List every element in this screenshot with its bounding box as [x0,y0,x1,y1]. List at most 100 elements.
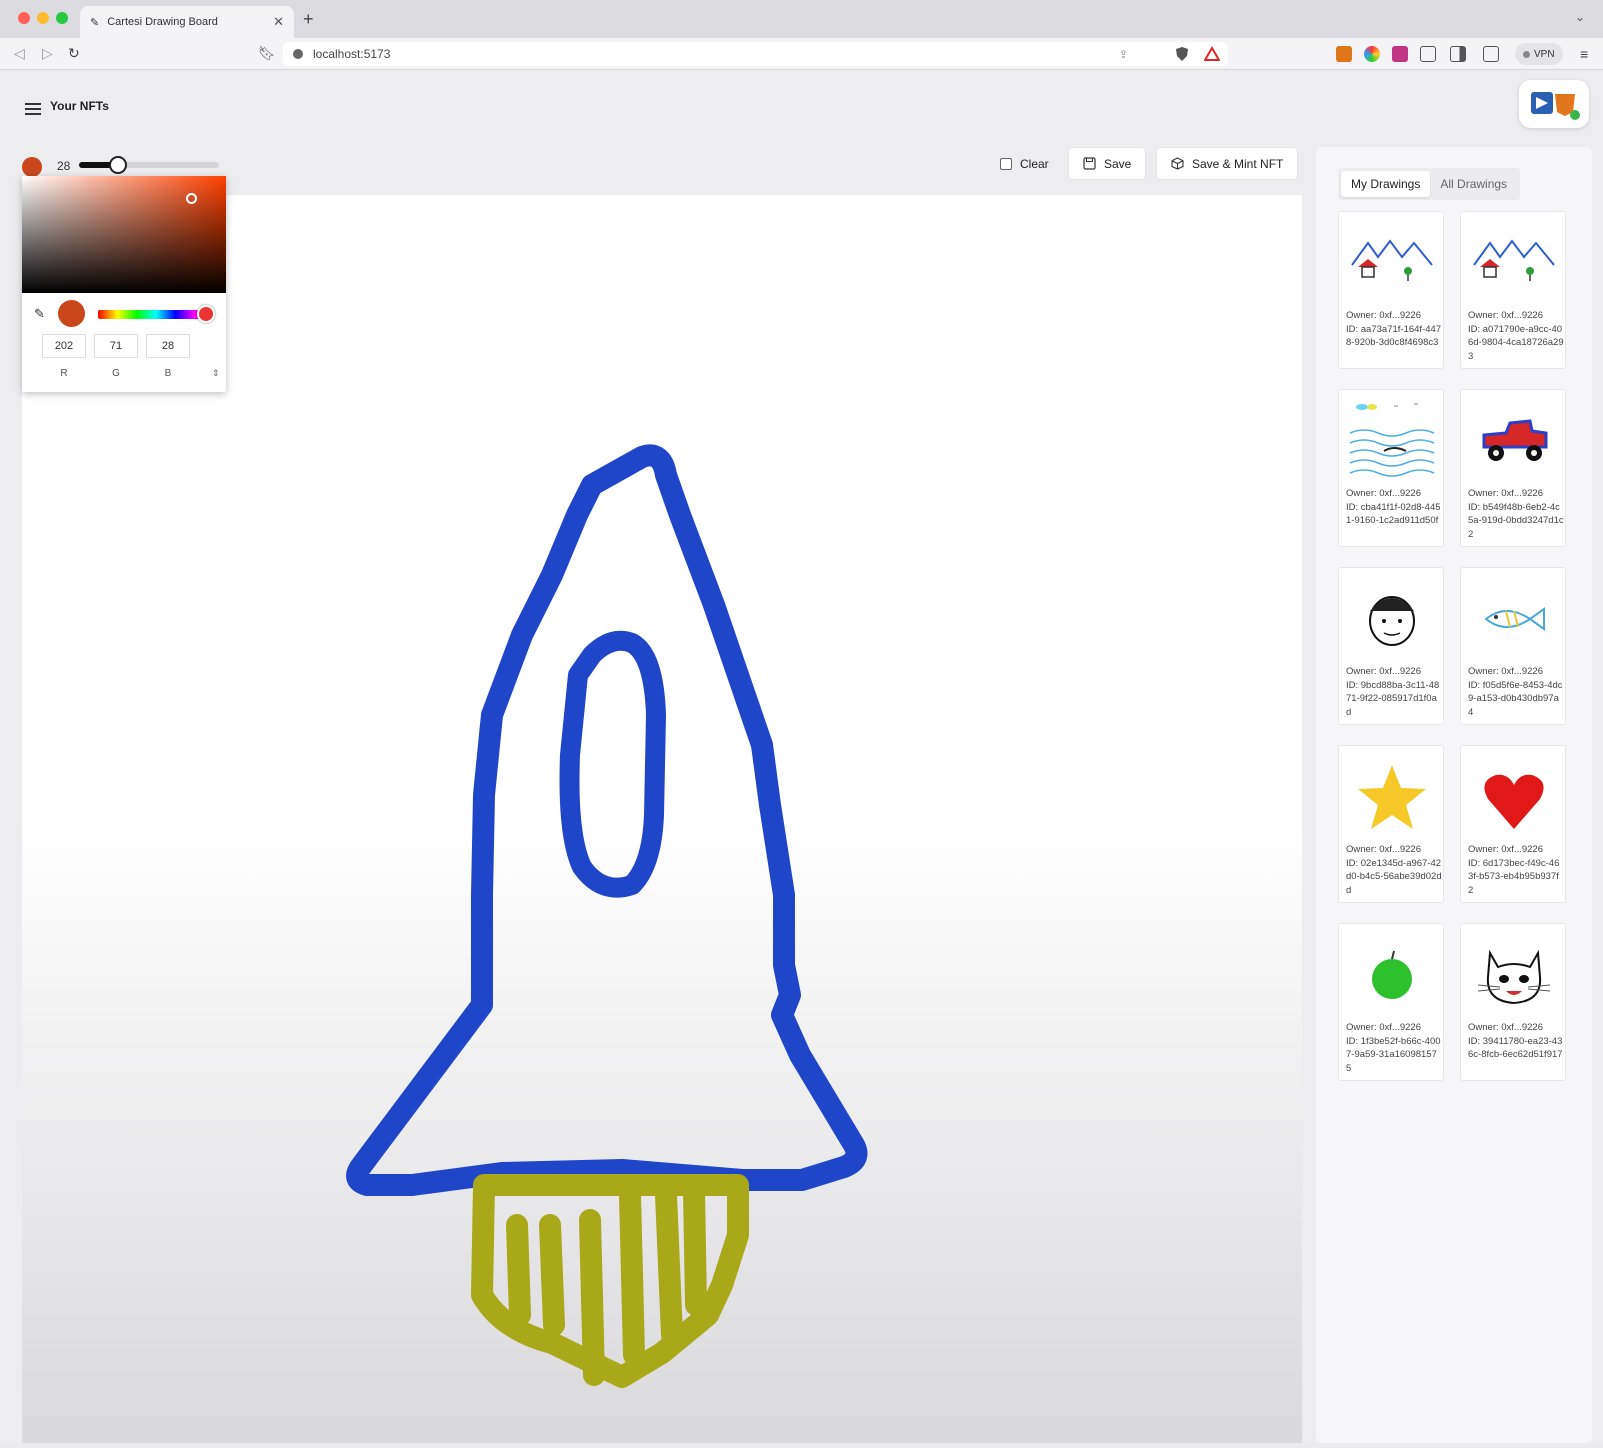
drawing-id: ID: 1f3be52f-b66c-4007-9a59-31a160981575 [1346,1035,1441,1074]
tab-my-drawings[interactable]: My Drawings [1341,171,1431,197]
tab-all-drawings[interactable]: All Drawings [1430,171,1517,197]
drawing-card[interactable]: Owner: 0xf...9226 ID: aa73a71f-164f-4478-… [1338,211,1444,369]
drawing-owner: Owner: 0xf...9226 [1346,310,1421,321]
wallet-avatar-icon [1531,92,1580,120]
puzzle-extensions-icon[interactable] [1420,46,1436,62]
drawing-thumbnail [1482,419,1548,461]
drawing-thumbnail [1351,239,1433,281]
drawing-card[interactable]: Owner: 0xf...9226 ID: cba41f1f-02d8-4451-… [1338,389,1444,547]
drawing-id: ID: aa73a71f-164f-4478-920b-3d0c8f4698c3 [1346,323,1442,349]
drawing-owner: Owner: 0xf...9226 [1468,844,1543,855]
reload-icon[interactable]: ↻ [68,45,80,62]
drawing-id: ID: cba41f1f-02d8-4451-9160-1c2ad911d50f [1346,501,1441,527]
green-label: G [112,368,120,379]
drawing-card[interactable]: Owner: 0xf...9226 ID: a071790e-a9cc-406d-… [1460,211,1566,369]
color-extension-icon[interactable] [1364,46,1380,62]
hue-slider-thumb[interactable] [197,305,215,323]
wallet-icon[interactable] [1483,46,1499,62]
share-icon[interactable]: ⇪ [1119,48,1128,61]
drawing-owner: Owner: 0xf...9226 [1346,1022,1421,1033]
tab-favicon-icon: ✎ [90,16,100,29]
drawing-owner: Owner: 0xf...9226 [1346,666,1421,677]
drawing-card[interactable]: Owner: 0xf...9226 ID: 02e1345d-a967-42d0-… [1338,745,1444,903]
drawing-owner: Owner: 0xf...9226 [1468,488,1543,499]
drawing-card[interactable]: Owner: 0xf...9226 ID: b549f48b-6eb2-4c5a-… [1460,389,1566,547]
tab-title: Cartesi Drawing Board [107,16,218,28]
back-icon[interactable]: ◁ [14,45,25,62]
drawing-owner: Owner: 0xf...9226 [1468,310,1543,321]
sidebar-toggle-icon[interactable] [1450,46,1466,62]
drawing-meta: Owner: 0xf...9226 ID: 6d173bec-f49c-463f-… [1468,843,1564,897]
eyedropper-icon[interactable]: ✎ [34,306,45,322]
browser-menu-icon[interactable]: ≡ [1580,46,1588,62]
drawing-id: ID: f05d5f6e-8453-4dc9-a153-d0b430db97a4 [1468,679,1563,718]
drawing-owner: Owner: 0xf...9226 [1346,488,1421,499]
url-text: localhost:5173 [313,47,391,61]
maximize-window-button[interactable] [56,12,68,24]
brush-size-slider-thumb[interactable] [109,156,128,174]
save-button[interactable]: Save [1068,147,1147,180]
color-format-toggle-icon[interactable]: ⇕ [212,368,220,379]
drawing-card[interactable]: Owner: 0xf...9226 ID: 39411780-ea23-436c-… [1460,923,1566,1081]
new-tab-button[interactable]: + [303,9,314,30]
drawing-meta: Owner: 0xf...9226 ID: 1f3be52f-b66c-4007-… [1346,1021,1442,1075]
browser-tab[interactable]: ✎ Cartesi Drawing Board ✕ [80,6,294,38]
clear-button[interactable]: Clear [986,147,1063,180]
red-input[interactable]: 202 [42,334,86,358]
saturation-value-cursor[interactable] [186,193,197,204]
address-bar[interactable]: localhost:5173 ⇪ [283,42,1228,66]
minimize-window-button[interactable] [37,12,49,24]
drawing-thumbnail [1369,596,1415,646]
camera-extension-icon[interactable] [1392,46,1408,62]
vpn-status-icon [1523,50,1530,58]
app: Your NFTs 28 Clear Save Save & Mint NFT … [0,70,1603,1443]
drawing-meta: Owner: 0xf...9226 ID: 39411780-ea23-436c-… [1468,1021,1564,1062]
brave-shield-icon[interactable] [1174,46,1190,62]
drawing-thumbnail [1477,949,1551,1005]
brave-rewards-icon[interactable] [1204,46,1220,62]
vpn-button[interactable]: VPN [1515,43,1563,65]
drawing-thumbnail [1473,239,1555,281]
drawing-id: ID: 02e1345d-a967-42d0-b4c5-56abe39d02dd [1346,857,1442,896]
save-and-mint-button[interactable]: Save & Mint NFT [1156,147,1299,180]
drawing-thumbnail [1484,774,1544,829]
browser-tab-bar: ✎ Cartesi Drawing Board ✕ + ⌄ [0,0,1603,38]
drawing-thumbnail [1349,403,1435,477]
brush-size-slider[interactable] [79,156,219,174]
bookmark-icon[interactable]: 🔖︎ [258,45,276,62]
drawing-thumbnail [1372,950,1412,999]
drawing-id: ID: a071790e-a9cc-406d-9804-4ca18726a293 [1468,323,1564,362]
drawing-card[interactable]: Owner: 0xf...9226 ID: f05d5f6e-8453-4dc9-… [1460,567,1566,725]
drawing-owner: Owner: 0xf...9226 [1468,666,1543,677]
drawing-meta: Owner: 0xf...9226 ID: b549f48b-6eb2-4c5a-… [1468,487,1564,541]
hue-slider[interactable] [98,305,215,323]
drawing-card[interactable]: Owner: 0xf...9226 ID: 1f3be52f-b66c-4007-… [1338,923,1444,1081]
drawing-id: ID: 6d173bec-f49c-463f-b573-eb4b95b937f2 [1468,857,1560,896]
wallet-connect-button[interactable] [1519,80,1589,128]
menu-icon[interactable] [25,100,41,118]
blue-input[interactable]: 28 [146,334,190,358]
current-color-swatch [58,300,85,327]
blue-label: B [164,368,172,379]
forward-icon[interactable]: ▷ [42,45,53,62]
site-info-icon[interactable] [293,49,303,59]
metamask-extension-icon[interactable] [1336,46,1352,62]
brush-size-value: 28 [57,159,71,173]
app-title[interactable]: Your NFTs [50,99,109,113]
close-tab-icon[interactable]: ✕ [273,14,284,30]
green-input[interactable]: 71 [94,334,138,358]
brush-color-swatch[interactable] [22,157,42,177]
close-window-button[interactable] [18,12,30,24]
drawing-thumbnail [1484,607,1545,631]
drawing-owner: Owner: 0xf...9226 [1346,844,1421,855]
drawing-meta: Owner: 0xf...9226 ID: 02e1345d-a967-42d0-… [1346,843,1442,897]
save-icon [1083,157,1096,170]
drawing-card[interactable]: Owner: 0xf...9226 ID: 9bcd88ba-3c11-4871-… [1338,567,1444,725]
drawing-card[interactable]: Owner: 0xf...9226 ID: 6d173bec-f49c-463f-… [1460,745,1566,903]
drawing-thumbnail [1358,765,1426,829]
drawing-id: ID: 9bcd88ba-3c11-4871-9f22-085917d1f0ad [1346,679,1440,718]
drawing-owner: Owner: 0xf...9226 [1468,1022,1543,1033]
tab-list-chevron-icon[interactable]: ⌄ [1575,10,1585,24]
saturation-value-area[interactable] [22,176,226,293]
color-picker-popover: ✎ 202 71 28 R G B ⇕ [22,176,226,392]
